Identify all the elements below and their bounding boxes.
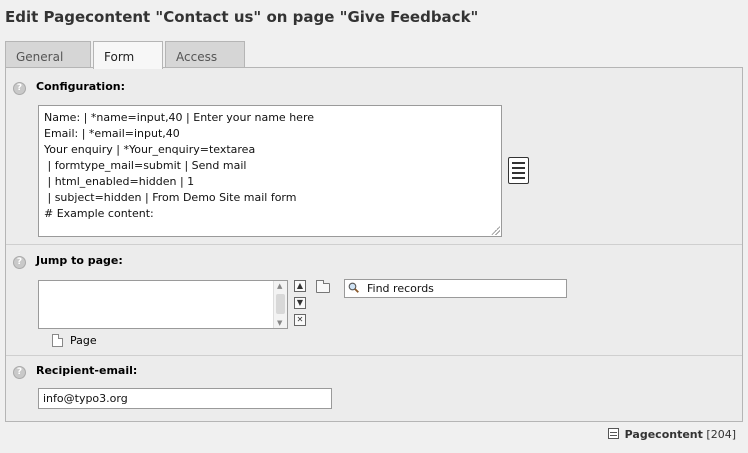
form-wizard-icon[interactable] (508, 157, 529, 184)
find-records-input[interactable]: Find records (344, 279, 567, 298)
help-icon[interactable]: ? (13, 256, 26, 269)
page-title: Edit Pagecontent "Contact us" on page "G… (5, 8, 479, 26)
config-line: | formtype_mail=submit | Send mail (44, 159, 247, 172)
jump-to-page-list[interactable]: ▲ ▼ (38, 280, 288, 329)
record-icon (607, 428, 619, 439)
configuration-section: ? Configuration: Name: | *name=input,40 … (6, 68, 742, 245)
search-icon (348, 282, 359, 293)
find-records-placeholder: Find records (367, 282, 434, 295)
jump-to-page-label: Jump to page: (36, 254, 123, 267)
resize-handle[interactable] (491, 226, 500, 235)
record-table: Pagecontent (624, 428, 703, 441)
help-icon[interactable]: ? (13, 366, 26, 379)
tab-access[interactable]: Access (165, 41, 245, 68)
recipient-email-label: Recipient-email: (36, 364, 138, 377)
move-up-button[interactable]: ▲ (294, 280, 306, 292)
remove-button[interactable]: ✕ (294, 314, 306, 326)
configuration-textarea[interactable]: Name: | *name=input,40 | Enter your name… (38, 105, 502, 237)
config-line: Name: | *name=input,40 | Enter your name… (44, 111, 314, 124)
config-line: | html_enabled=hidden | 1 (44, 175, 195, 188)
config-line: # Example content: (44, 207, 154, 220)
tab-form[interactable]: Form (93, 41, 163, 69)
record-uid: [204] (706, 428, 736, 441)
form-panel: ? Configuration: Name: | *name=input,40 … (5, 67, 743, 422)
page-icon (52, 334, 63, 347)
config-line: | subject=hidden | From Demo Site mail f… (44, 191, 297, 204)
config-line: Your enquiry | *Your_enquiry=textarea (44, 143, 256, 156)
record-footer: Pagecontent [204] (607, 428, 736, 441)
browse-folder-icon[interactable] (316, 280, 330, 293)
help-icon[interactable]: ? (13, 82, 26, 95)
move-down-button[interactable]: ▼ (294, 297, 306, 309)
recipient-email-field[interactable]: info@typo3.org (38, 388, 332, 409)
configuration-label: Configuration: (36, 80, 125, 93)
scrollbar[interactable]: ▲ ▼ (273, 281, 287, 328)
allowed-type-label: Page (70, 334, 97, 347)
tab-general[interactable]: General (5, 41, 91, 68)
config-line: Email: | *email=input,40 (44, 127, 180, 140)
